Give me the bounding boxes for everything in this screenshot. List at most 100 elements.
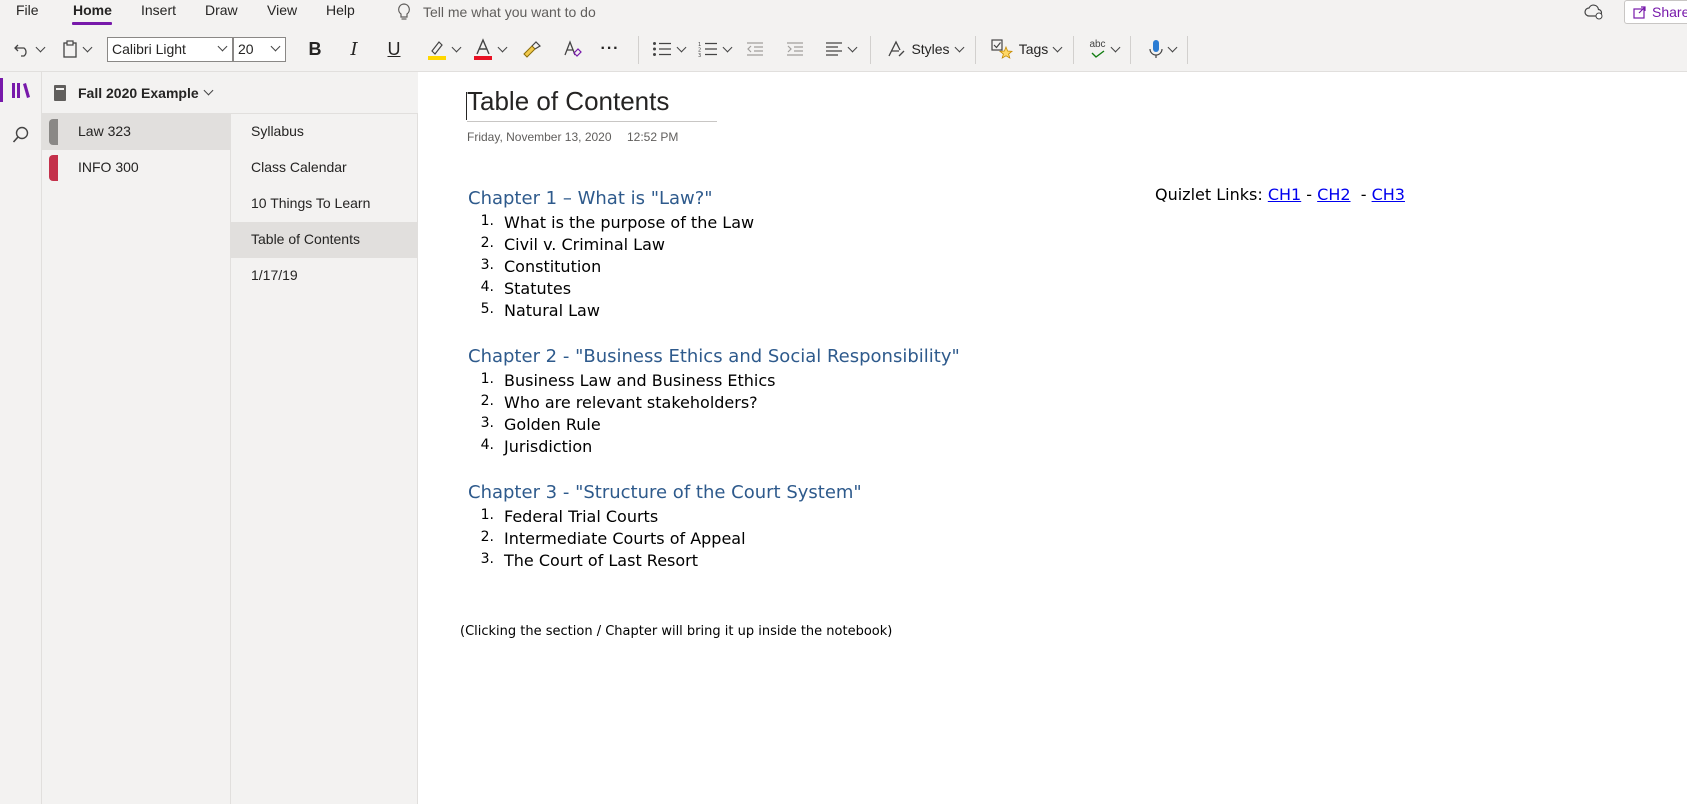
spellcheck-icon: abc (1089, 39, 1106, 58)
clear-formatting-icon (564, 40, 582, 57)
chevron-down-icon (82, 42, 92, 52)
chevron-down-icon (270, 41, 281, 52)
menu-home[interactable]: Home (73, 2, 112, 18)
page-date: Friday, November 13, 2020 (467, 130, 612, 144)
quizlet-link-ch1[interactable]: CH1 (1268, 185, 1301, 204)
format-painter-button[interactable] (520, 36, 544, 62)
tags-label: Tags (1018, 41, 1049, 57)
styles-icon (888, 40, 905, 57)
styles-button[interactable]: Styles (882, 36, 968, 62)
numbering-button[interactable]: 123 (696, 36, 732, 62)
menu-file[interactable]: File (16, 2, 39, 18)
section-info-300[interactable]: INFO 300 (42, 150, 231, 186)
active-tab-indicator (72, 22, 112, 25)
decrease-indent-button[interactable] (744, 36, 766, 62)
search-icon (12, 126, 29, 143)
spelling-glyph: abc (1089, 39, 1106, 50)
page-label: 1/17/19 (251, 267, 298, 283)
page-class-calendar[interactable]: Class Calendar (231, 150, 418, 186)
undo-icon (13, 44, 27, 57)
bullets-button[interactable] (650, 36, 686, 62)
bulleted-list-icon (652, 42, 671, 56)
chevron-down-icon (497, 42, 507, 52)
page-syllabus[interactable]: Syllabus (231, 114, 418, 150)
quizlet-prefix: Quizlet Links: (1155, 185, 1268, 204)
ribbon-menubar: File Home Insert Draw View Help Tell me … (0, 0, 1687, 26)
toolbar-separator (638, 36, 639, 64)
more-options-button[interactable]: ··· (597, 36, 623, 62)
menu-help[interactable]: Help (326, 2, 355, 18)
chevron-down-icon (35, 42, 45, 52)
share-icon (1633, 6, 1646, 19)
section-label: INFO 300 (78, 159, 139, 175)
menu-view[interactable]: View (267, 2, 297, 18)
section-color-tab (49, 155, 58, 181)
svg-text:3: 3 (698, 53, 701, 57)
italic-button[interactable]: I (342, 36, 366, 62)
clipboard-button[interactable] (58, 36, 94, 62)
increase-indent-icon (787, 42, 803, 56)
format-painter-icon (523, 41, 541, 58)
toolbar-separator (1187, 36, 1188, 64)
toolbar-separator (975, 36, 976, 64)
numbered-list-icon: 123 (698, 42, 717, 57)
font-size-value: 20 (238, 41, 254, 57)
chapter-heading[interactable]: Chapter 1 – What is "Law?" (468, 188, 713, 209)
quizlet-link-ch2[interactable]: CH2 (1317, 185, 1350, 204)
chevron-down-icon (847, 42, 857, 52)
section-color-tab (49, 119, 58, 145)
tags-button[interactable]: Tags (986, 36, 1066, 62)
page-table-of-contents[interactable]: Table of Contents (231, 222, 418, 258)
notebooks-rail-button[interactable] (6, 75, 36, 105)
share-label: Share (1652, 4, 1687, 20)
highlighter-icon (427, 41, 446, 60)
paragraph-align-button[interactable] (822, 36, 858, 62)
toolbar-separator (1073, 36, 1074, 64)
page-1-17-19[interactable]: 1/17/19 (231, 258, 418, 294)
increase-indent-button[interactable] (784, 36, 806, 62)
tags-icon (991, 39, 1013, 59)
bold-button[interactable]: B (303, 36, 327, 62)
chapter-heading[interactable]: Chapter 2 - "Business Ethics and Social … (468, 346, 960, 367)
footnote-text[interactable]: (Clicking the section / Chapter will bri… (460, 624, 892, 639)
rail-selection-indicator (0, 78, 3, 102)
chevron-down-icon (1052, 42, 1063, 52)
clear-formatting-button[interactable] (560, 36, 584, 62)
chapter-heading[interactable]: Chapter 3 - "Structure of the Court Syst… (468, 482, 862, 503)
font-color-button[interactable] (470, 36, 508, 62)
section-label: Law 323 (78, 123, 131, 139)
sync-status-icon[interactable] (1584, 3, 1604, 26)
font-size-select[interactable]: 20 (233, 37, 286, 62)
undo-button[interactable] (10, 36, 46, 62)
chevron-down-icon (1167, 42, 1177, 52)
chevron-down-icon (203, 85, 214, 96)
clipboard-icon (62, 40, 77, 58)
page-label: 10 Things To Learn (251, 195, 371, 211)
quizlet-separator: - (1301, 185, 1318, 204)
section-law-323[interactable]: Law 323 (42, 114, 231, 150)
page-label: Syllabus (251, 123, 304, 139)
ribbon-toolbar: Calibri Light 20 B I U ··· 123 Styles Ta… (0, 26, 1687, 72)
microphone-icon (1148, 40, 1163, 58)
page-time: 12:52 PM (627, 130, 679, 144)
share-button[interactable]: Share (1624, 0, 1687, 24)
font-name-select[interactable]: Calibri Light (107, 37, 233, 62)
menu-draw[interactable]: Draw (205, 2, 238, 18)
dictate-button[interactable] (1142, 36, 1182, 62)
page-10-things[interactable]: 10 Things To Learn (231, 186, 418, 222)
quizlet-link-ch3[interactable]: CH3 (1372, 185, 1405, 204)
search-rail-button[interactable] (6, 120, 36, 150)
tell-me-search[interactable]: Tell me what you want to do (397, 1, 596, 23)
page-canvas[interactable] (419, 72, 1687, 804)
align-left-icon (825, 42, 842, 56)
chevron-down-icon (722, 42, 732, 52)
underline-button[interactable]: U (382, 36, 406, 62)
highlight-button[interactable] (424, 36, 462, 62)
page-label: Class Calendar (251, 159, 347, 175)
page-title[interactable]: Table of Contents (467, 86, 669, 117)
spelling-button[interactable]: abc (1084, 36, 1124, 62)
notebook-picker[interactable]: Fall 2020 Example (42, 72, 418, 114)
menu-insert[interactable]: Insert (141, 2, 176, 18)
decrease-indent-icon (747, 42, 763, 56)
toolbar-separator (870, 36, 871, 64)
